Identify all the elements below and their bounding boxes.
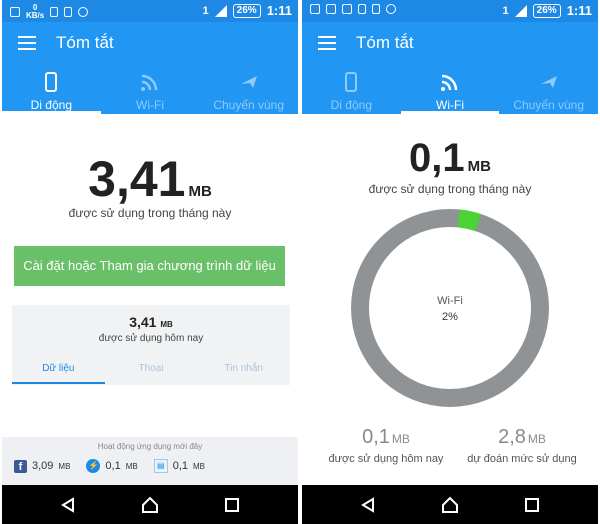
notification-icon (386, 4, 396, 14)
airplane-icon (499, 70, 598, 94)
app-usage-unit: MB (58, 461, 71, 471)
tab-roaming[interactable]: Chuyển vùng (499, 64, 598, 114)
tab-mobile[interactable]: Di động (2, 64, 101, 114)
sim-icon (50, 7, 59, 17)
status-bar: 1 26% 1:11 (302, 0, 598, 22)
navigation-bar (2, 485, 298, 524)
signal-icon (214, 4, 227, 17)
subtab-messages[interactable]: Tin nhắn (197, 363, 290, 385)
notification-icon (78, 7, 89, 17)
recent-app-item[interactable]: ▤ 0,1 MB (153, 459, 206, 473)
wifi-icon (101, 70, 200, 94)
sim-slot-label: 1 (502, 4, 509, 17)
monthly-usage-value: 0,1 MB (409, 136, 491, 180)
ring-track (351, 209, 549, 407)
screenshot-icon (326, 4, 336, 14)
right-screen: 1 26% 1:11 Tóm tắt Di động Wi-Fi Chuyển … (302, 0, 598, 524)
clock: 1:11 (266, 3, 292, 18)
usage-subtabs: Dữ liệu Thoại Tin nhắn (12, 363, 290, 385)
status-bar: 0 KB/s 1 26% 1:11 (2, 0, 298, 22)
today-usage-value: 3,41 MB (129, 314, 173, 330)
page-title: Tóm tắt (56, 33, 114, 52)
app-usage-value: 3,09 (32, 460, 54, 472)
phone-icon (2, 70, 101, 94)
wifi-icon (401, 70, 500, 94)
image-icon (342, 4, 352, 14)
back-icon[interactable] (56, 493, 80, 517)
tab-label: Chuyển vùng (513, 98, 585, 112)
app-usage-unit: MB (193, 461, 206, 471)
today-usage-value: 0,1 (362, 426, 390, 448)
clock: 1:11 (566, 3, 592, 18)
tab-label: Wi-Fi (436, 98, 464, 112)
airplane-icon (199, 70, 298, 94)
signal-icon (514, 4, 527, 17)
calendar-icon (310, 4, 320, 14)
setup-data-plan-button[interactable]: Cài đặt hoặc Tham gia chương trình dữ li… (14, 246, 285, 286)
app-icon: ▤ (153, 459, 168, 473)
tab-label: Di động (30, 98, 73, 112)
ring-label: Wi-Fi (437, 295, 463, 307)
navigation-bar (302, 485, 598, 524)
forecast-usage-stat: 2,8 MB dự đoán mức sử dụng (452, 426, 592, 465)
subtab-data[interactable]: Dữ liệu (12, 363, 105, 385)
tab-label: Di động (330, 98, 373, 112)
left-screen: 0KB/s 1 26% 1:11 Tóm tắt Di động Wi-Fi (2, 0, 298, 524)
sim-slot-label: 1 (202, 4, 209, 17)
today-usage-unit: MB (391, 432, 410, 446)
menu-icon[interactable] (18, 36, 36, 50)
recent-app-item[interactable]: ⚡ 0,1 MB (86, 459, 138, 473)
network-speed: 0 KB/s (26, 3, 45, 20)
forecast-usage-unit: MB (527, 432, 546, 446)
sd-card-icon (64, 7, 73, 17)
calendar-icon (10, 7, 20, 17)
messenger-icon: ⚡ (86, 459, 101, 473)
usage-ring-chart (351, 209, 549, 407)
forecast-usage-label: dự đoán mức sử dụng (467, 453, 577, 465)
monthly-usage-value: 3,41 MB (88, 151, 212, 207)
today-usage-label: được sử dụng hôm nay (98, 333, 204, 344)
app-usage-unit: MB (125, 461, 138, 471)
tab-wifi[interactable]: Wi-Fi (101, 64, 200, 114)
recent-app-activity: Hoạt động ứng dụng mới đây f 3,09 MB ⚡ 0,… (2, 437, 298, 485)
recent-activity-title: Hoạt động ứng dụng mới đây (97, 442, 203, 451)
tab-wifi[interactable]: Wi-Fi (400, 64, 500, 114)
recent-apps-icon[interactable] (220, 493, 244, 517)
monthly-usage-label: được sử dụng trong tháng này (68, 206, 232, 220)
sd-card-icon (372, 4, 380, 14)
battery-indicator: 26% (532, 3, 561, 18)
today-usage-card: 3,41 MB được sử dụng hôm nay Dữ liệu Tho… (12, 305, 290, 385)
subtab-voice[interactable]: Thoại (105, 363, 198, 385)
tab-mobile[interactable]: Di động (302, 64, 401, 114)
app-bar: Tóm tắt (2, 22, 298, 64)
page-title: Tóm tắt (356, 33, 414, 52)
back-icon[interactable] (356, 493, 380, 517)
home-icon[interactable] (138, 493, 162, 517)
recent-apps-icon[interactable] (520, 493, 544, 517)
battery-indicator: 26% (232, 3, 261, 18)
recent-app-item[interactable]: f 3,09 MB (14, 459, 71, 473)
forecast-usage-value: 2,8 (498, 426, 526, 448)
sim-icon (358, 4, 366, 14)
facebook-icon: f (14, 459, 27, 473)
menu-icon[interactable] (318, 36, 336, 50)
tab-label: Chuyển vùng (213, 98, 285, 112)
monthly-usage-label: được sử dụng trong tháng này (368, 182, 532, 196)
app-bar: Tóm tắt (302, 22, 598, 64)
tab-bar: Di động Wi-Fi Chuyển vùng (302, 64, 598, 114)
phone-icon (302, 70, 401, 94)
ring-percent: 2% (442, 311, 458, 323)
today-usage-label: được sử dụng hôm nay (328, 453, 444, 465)
tab-bar: Di động Wi-Fi Chuyển vùng (2, 64, 298, 114)
app-usage-value: 0,1 (105, 460, 121, 472)
tab-label: Wi-Fi (136, 98, 164, 112)
app-usage-value: 0,1 (172, 460, 189, 472)
tab-roaming[interactable]: Chuyển vùng (199, 64, 298, 114)
today-usage-stat: 0,1 MB được sử dụng hôm nay (316, 426, 456, 465)
home-icon[interactable] (438, 493, 462, 517)
